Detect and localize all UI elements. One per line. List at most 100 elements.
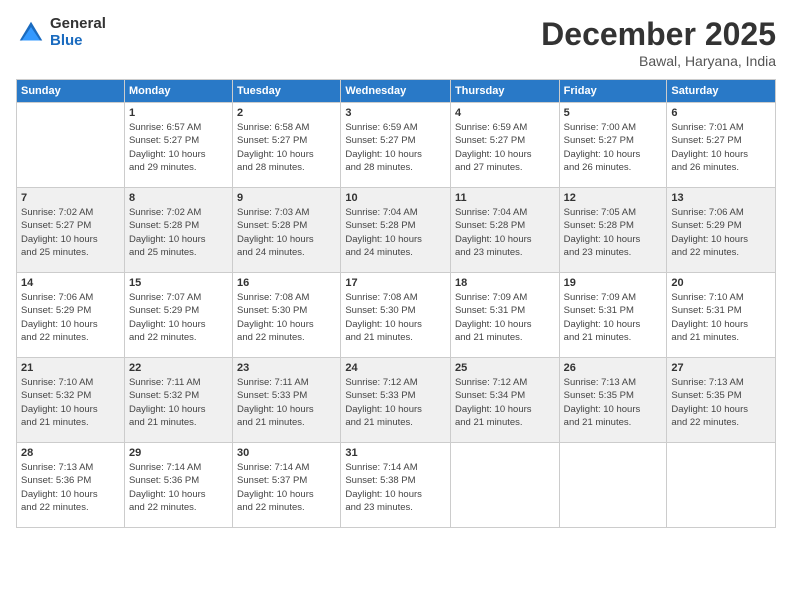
day-number: 1 [129, 107, 228, 119]
calendar-cell: 10 Sunrise: 7:04 AM Sunset: 5:28 PM Dayli… [341, 188, 451, 273]
calendar-table: SundayMondayTuesdayWednesdayThursdayFrid… [16, 79, 776, 528]
day-number: 21 [21, 362, 120, 374]
calendar-cell: 31 Sunrise: 7:14 AM Sunset: 5:38 PM Dayli… [341, 443, 451, 528]
calendar-cell [450, 443, 559, 528]
calendar-header-row: SundayMondayTuesdayWednesdayThursdayFrid… [17, 80, 776, 103]
day-number: 22 [129, 362, 228, 374]
location: Bawal, Haryana, India [541, 53, 776, 69]
calendar-cell: 7 Sunrise: 7:02 AM Sunset: 5:27 PM Daylig… [17, 188, 125, 273]
calendar-cell: 23 Sunrise: 7:11 AM Sunset: 5:33 PM Dayli… [233, 358, 341, 443]
calendar-cell: 9Sunrise: 7:03 AM Sunset: 5:28 PM Daylig… [233, 188, 341, 273]
day-number: 14 [21, 277, 120, 289]
calendar-week-row: 28 Sunrise: 7:13 AM Sunset: 5:36 PM Dayli… [17, 443, 776, 528]
calendar-week-row: 21 Sunrise: 7:10 AM Sunset: 5:32 PM Dayli… [17, 358, 776, 443]
calendar-cell: 14Sunrise: 7:06 AM Sunset: 5:29 PM Dayli… [17, 273, 125, 358]
header-sunday: Sunday [17, 80, 125, 103]
day-info: Sunrise: 6:59 AM Sunset: 5:27 PM Dayligh… [455, 121, 555, 174]
calendar-cell: 24 Sunrise: 7:12 AM Sunset: 5:33 PM Dayli… [341, 358, 451, 443]
day-info: Sunrise: 7:11 AM Sunset: 5:32 PM Dayligh… [129, 376, 228, 429]
calendar-cell: 25Sunrise: 7:12 AM Sunset: 5:34 PM Dayli… [450, 358, 559, 443]
day-info: Sunrise: 7:02 AM Sunset: 5:27 PM Dayligh… [21, 206, 120, 259]
day-info: Sunrise: 7:12 AM Sunset: 5:33 PM Dayligh… [345, 376, 446, 429]
calendar-cell: 15Sunrise: 7:07 AM Sunset: 5:29 PM Dayli… [124, 273, 232, 358]
calendar-week-row: 1 Sunrise: 6:57 AM Sunset: 5:27 PM Daylig… [17, 103, 776, 188]
day-info: Sunrise: 7:04 AM Sunset: 5:28 PM Dayligh… [345, 206, 446, 259]
day-number: 27 [671, 362, 771, 374]
day-number: 2 [237, 107, 336, 119]
calendar-cell: 29 Sunrise: 7:14 AM Sunset: 5:36 PM Dayli… [124, 443, 232, 528]
day-info: Sunrise: 7:08 AM Sunset: 5:30 PM Dayligh… [345, 291, 446, 344]
day-number: 5 [564, 107, 663, 119]
logo: General Blue [16, 16, 106, 49]
day-number: 20 [671, 277, 771, 289]
day-number: 31 [345, 447, 446, 459]
header-wednesday: Wednesday [341, 80, 451, 103]
day-info: Sunrise: 7:10 AM Sunset: 5:32 PM Dayligh… [21, 376, 120, 429]
calendar-cell: 20 Sunrise: 7:10 AM Sunset: 5:31 PM Dayli… [667, 273, 776, 358]
calendar-cell: 17Sunrise: 7:08 AM Sunset: 5:30 PM Dayli… [341, 273, 451, 358]
calendar-cell: 3 Sunrise: 6:59 AM Sunset: 5:27 PM Daylig… [341, 103, 451, 188]
header-monday: Monday [124, 80, 232, 103]
day-info: Sunrise: 7:08 AM Sunset: 5:30 PM Dayligh… [237, 291, 336, 344]
day-info: Sunrise: 7:12 AM Sunset: 5:34 PM Dayligh… [455, 376, 555, 429]
logo-blue-text: Blue [50, 33, 106, 50]
day-info: Sunrise: 7:05 AM Sunset: 5:28 PM Dayligh… [564, 206, 663, 259]
day-info: Sunrise: 7:10 AM Sunset: 5:31 PM Dayligh… [671, 291, 771, 344]
day-number: 11 [455, 192, 555, 204]
day-info: Sunrise: 7:14 AM Sunset: 5:37 PM Dayligh… [237, 461, 336, 514]
day-info: Sunrise: 7:09 AM Sunset: 5:31 PM Dayligh… [455, 291, 555, 344]
calendar-cell: 4 Sunrise: 6:59 AM Sunset: 5:27 PM Daylig… [450, 103, 559, 188]
day-info: Sunrise: 7:04 AM Sunset: 5:28 PM Dayligh… [455, 206, 555, 259]
calendar-cell: 1 Sunrise: 6:57 AM Sunset: 5:27 PM Daylig… [124, 103, 232, 188]
day-number: 29 [129, 447, 228, 459]
day-info: Sunrise: 7:14 AM Sunset: 5:38 PM Dayligh… [345, 461, 446, 514]
logo-text: General Blue [50, 16, 106, 49]
day-number: 8 [129, 192, 228, 204]
calendar-cell: 26Sunrise: 7:13 AM Sunset: 5:35 PM Dayli… [559, 358, 667, 443]
day-number: 7 [21, 192, 120, 204]
day-number: 6 [671, 107, 771, 119]
calendar-cell: 21 Sunrise: 7:10 AM Sunset: 5:32 PM Dayli… [17, 358, 125, 443]
calendar-cell [667, 443, 776, 528]
page-container: General Blue December 2025 Bawal, Haryan… [0, 0, 792, 612]
day-info: Sunrise: 7:11 AM Sunset: 5:33 PM Dayligh… [237, 376, 336, 429]
calendar-cell: 12Sunrise: 7:05 AM Sunset: 5:28 PM Dayli… [559, 188, 667, 273]
calendar-cell: 2 Sunrise: 6:58 AM Sunset: 5:27 PM Daylig… [233, 103, 341, 188]
day-number: 18 [455, 277, 555, 289]
day-number: 28 [21, 447, 120, 459]
day-info: Sunrise: 7:09 AM Sunset: 5:31 PM Dayligh… [564, 291, 663, 344]
day-info: Sunrise: 7:07 AM Sunset: 5:29 PM Dayligh… [129, 291, 228, 344]
day-info: Sunrise: 6:57 AM Sunset: 5:27 PM Dayligh… [129, 121, 228, 174]
header: General Blue December 2025 Bawal, Haryan… [16, 16, 776, 69]
day-info: Sunrise: 7:13 AM Sunset: 5:36 PM Dayligh… [21, 461, 120, 514]
day-number: 30 [237, 447, 336, 459]
day-number: 3 [345, 107, 446, 119]
day-number: 13 [671, 192, 771, 204]
calendar-cell: 8Sunrise: 7:02 AM Sunset: 5:28 PM Daylig… [124, 188, 232, 273]
calendar-cell: 16 Sunrise: 7:08 AM Sunset: 5:30 PM Dayli… [233, 273, 341, 358]
day-info: Sunrise: 7:01 AM Sunset: 5:27 PM Dayligh… [671, 121, 771, 174]
day-number: 10 [345, 192, 446, 204]
day-info: Sunrise: 7:03 AM Sunset: 5:28 PM Dayligh… [237, 206, 336, 259]
day-number: 4 [455, 107, 555, 119]
logo-general-text: General [50, 16, 106, 33]
day-info: Sunrise: 7:14 AM Sunset: 5:36 PM Dayligh… [129, 461, 228, 514]
calendar-cell [17, 103, 125, 188]
header-saturday: Saturday [667, 80, 776, 103]
day-number: 24 [345, 362, 446, 374]
day-number: 16 [237, 277, 336, 289]
day-info: Sunrise: 7:13 AM Sunset: 5:35 PM Dayligh… [671, 376, 771, 429]
title-section: December 2025 Bawal, Haryana, India [541, 16, 776, 69]
calendar-week-row: 14Sunrise: 7:06 AM Sunset: 5:29 PM Dayli… [17, 273, 776, 358]
calendar-cell: 19Sunrise: 7:09 AM Sunset: 5:31 PM Dayli… [559, 273, 667, 358]
calendar-cell: 5Sunrise: 7:00 AM Sunset: 5:27 PM Daylig… [559, 103, 667, 188]
header-friday: Friday [559, 80, 667, 103]
calendar-cell: 22 Sunrise: 7:11 AM Sunset: 5:32 PM Dayli… [124, 358, 232, 443]
day-number: 23 [237, 362, 336, 374]
day-info: Sunrise: 6:59 AM Sunset: 5:27 PM Dayligh… [345, 121, 446, 174]
header-thursday: Thursday [450, 80, 559, 103]
day-info: Sunrise: 6:58 AM Sunset: 5:27 PM Dayligh… [237, 121, 336, 174]
month-title: December 2025 [541, 16, 776, 53]
day-number: 26 [564, 362, 663, 374]
calendar-cell: 30 Sunrise: 7:14 AM Sunset: 5:37 PM Dayli… [233, 443, 341, 528]
